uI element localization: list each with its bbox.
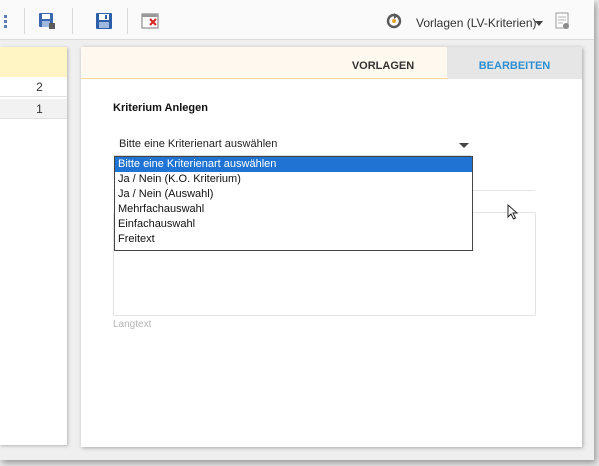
dropdown-option[interactable]: Einfachauswahl [115, 217, 472, 232]
dropdown-option[interactable]: Ja / Nein (K.O. Kriterium) [115, 172, 472, 187]
left-list-panel: 2 1 [0, 47, 67, 445]
toolbar-separator [24, 8, 25, 34]
criterion-type-select-value: Bitte eine Kriterienart auswählen [119, 138, 278, 150]
save-as-icon[interactable] [38, 12, 56, 30]
dropdown-option[interactable]: Bitte eine Kriterienart auswählen [115, 157, 472, 172]
dropdown-option[interactable]: Mehrfachauswahl [115, 202, 472, 217]
tab-bearbeiten[interactable]: BEARBEITEN [447, 47, 582, 79]
partial-toolbar-icon[interactable] [2, 12, 12, 30]
toolbar-separator [72, 8, 73, 34]
chevron-down-icon[interactable] [459, 143, 469, 148]
tab-bar: VORLAGEN BEARBEITEN [81, 47, 582, 79]
mouse-cursor-icon [507, 204, 519, 220]
tab-vorlagen[interactable]: VORLAGEN [335, 47, 431, 79]
dropdown-option[interactable]: Ja / Nein (Auswahl) [115, 187, 472, 202]
criterion-type-select[interactable]: Bitte eine Kriterienart auswählen [113, 134, 471, 156]
template-selector[interactable]: Vorlagen (LV-Kriterien) [416, 16, 537, 30]
toolbar: Vorlagen (LV-Kriterien) [0, 0, 594, 40]
left-list-header [0, 47, 67, 77]
toolbar-separator [127, 8, 128, 34]
dropdown-option[interactable]: Freitext [115, 232, 472, 247]
list-item[interactable]: 1 [0, 99, 67, 119]
settings-icon[interactable] [554, 12, 572, 30]
refresh-icon[interactable] [385, 12, 403, 30]
chevron-down-icon[interactable] [535, 21, 543, 26]
criterion-type-dropdown-list: Bitte eine Kriterienart auswählen Ja / N… [114, 156, 473, 251]
save-icon[interactable] [95, 12, 113, 30]
langtext-label: Langtext [113, 319, 152, 330]
delete-window-icon[interactable] [141, 12, 159, 30]
section-title: Kriterium Anlegen [113, 102, 208, 114]
list-item[interactable]: 2 [0, 77, 67, 97]
